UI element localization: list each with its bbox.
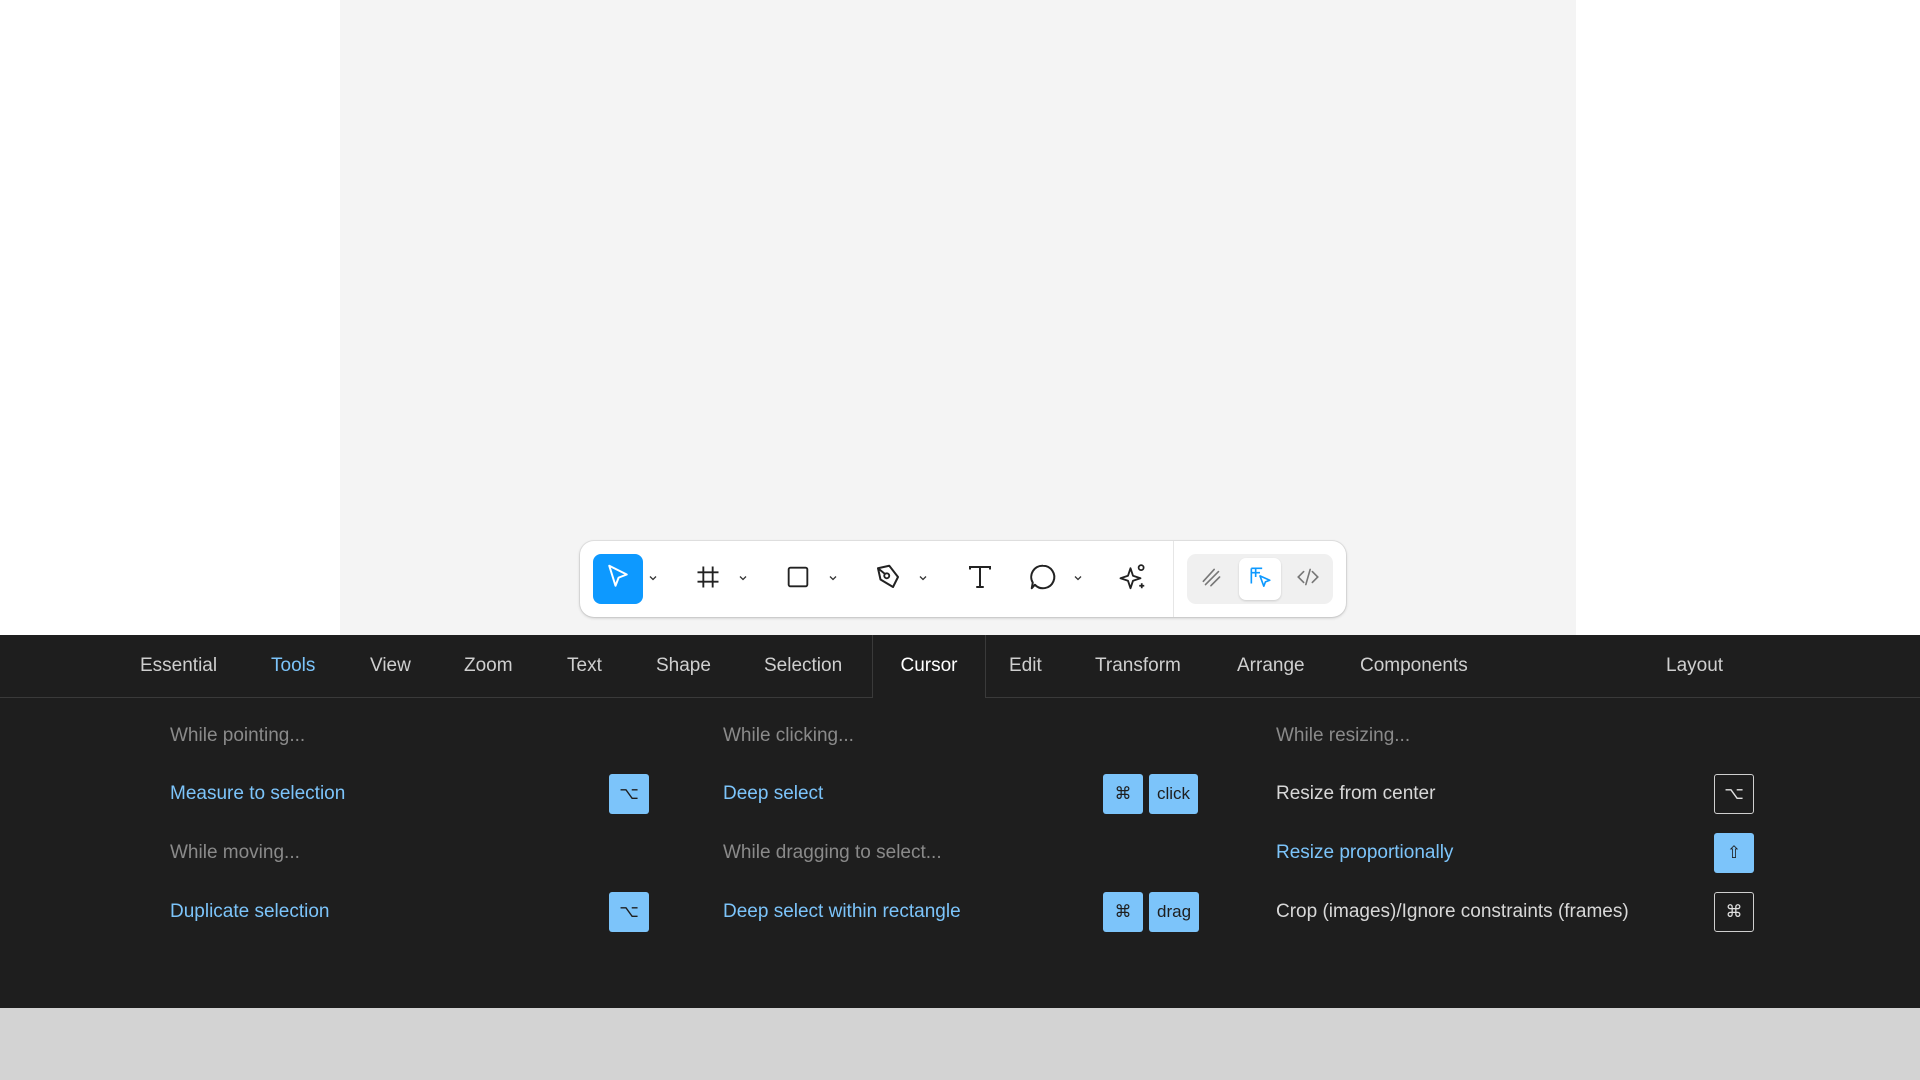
mode-switcher [1187, 554, 1333, 604]
tab-view[interactable]: View [370, 635, 411, 697]
shortcut-keys: ⌘ click [1103, 774, 1199, 814]
shortcut-label: Deep select within rectangle [723, 901, 961, 922]
design-mode-button[interactable] [1239, 558, 1281, 600]
tab-components[interactable]: Components [1360, 635, 1468, 697]
tab-tools[interactable]: Tools [271, 635, 315, 697]
section-heading: While moving... [170, 842, 300, 863]
keyboard-shortcuts-panel: Essential Tools View Zoom Text Shape Sel… [0, 635, 1920, 1008]
key-option: ⌥ [1714, 774, 1754, 814]
hash-frame-icon [694, 563, 722, 596]
key-option: ⌥ [609, 892, 649, 932]
bottom-toolbar [580, 541, 1346, 617]
chevron-down-icon [648, 570, 658, 588]
section-heading: While resizing... [1276, 725, 1411, 746]
shortcut-keys: ⌥ [1714, 774, 1754, 814]
shortcut-label: Duplicate selection [170, 901, 330, 922]
rectangle-tool-chevron[interactable] [824, 554, 842, 604]
tab-arrange[interactable]: Arrange [1237, 635, 1305, 697]
tab-transform[interactable]: Transform [1095, 635, 1181, 697]
section-heading: While pointing... [170, 725, 306, 746]
section-heading: While clicking... [723, 725, 854, 746]
key-command: ⌘ [1103, 892, 1143, 932]
code-brackets-icon [1295, 564, 1321, 595]
pen-tool-button[interactable] [863, 554, 913, 604]
text-tool-button[interactable] [955, 554, 1005, 604]
square-icon [784, 563, 812, 596]
shortcut-keys: ⌥ [609, 774, 649, 814]
move-tool-chevron[interactable] [644, 554, 662, 604]
shortcut-keys: ⌘ [1714, 892, 1754, 932]
speech-bubble-icon [1028, 562, 1058, 597]
move-tool-button[interactable] [593, 554, 643, 604]
chevron-down-icon [828, 570, 838, 588]
tab-layout[interactable]: Layout [1666, 635, 1723, 697]
bottom-backdrop [0, 1008, 1920, 1080]
pen-icon [873, 562, 903, 597]
design-cursor-icon [1247, 564, 1273, 595]
tab-essential[interactable]: Essential [140, 635, 217, 697]
chevron-down-icon [918, 570, 928, 588]
frame-tool-button[interactable] [683, 554, 733, 604]
frame-tool-chevron[interactable] [734, 554, 752, 604]
key-shift: ⇧ [1714, 833, 1754, 873]
draw-mode-button[interactable] [1191, 558, 1233, 600]
key-click: click [1149, 774, 1199, 814]
shortcut-label: Measure to selection [170, 783, 346, 804]
tab-edit[interactable]: Edit [1009, 635, 1042, 697]
key-command: ⌘ [1103, 774, 1143, 814]
section-heading: While dragging to select... [723, 842, 942, 863]
canvas-frame[interactable] [340, 0, 1576, 635]
tab-text[interactable]: Text [567, 635, 602, 697]
comment-tool-chevron[interactable] [1069, 554, 1087, 604]
shortcut-label: Crop (images)/Ignore constraints (frames… [1276, 901, 1629, 922]
pen-tool-chevron[interactable] [914, 554, 932, 604]
scribble-icon [1199, 564, 1225, 595]
shortcut-label: Deep select [723, 783, 824, 804]
shortcut-keys: ⇧ [1714, 833, 1754, 873]
tab-shape[interactable]: Shape [656, 635, 711, 697]
rectangle-tool-button[interactable] [773, 554, 823, 604]
shortcut-keys: ⌥ [609, 892, 649, 932]
dev-mode-button[interactable] [1287, 558, 1329, 600]
shortcut-label: Resize from center [1276, 783, 1436, 804]
shortcut-label: Resize proportionally [1276, 842, 1454, 863]
shortcut-keys: ⌘ drag [1103, 892, 1200, 932]
text-t-icon [965, 562, 995, 597]
tab-selection[interactable]: Selection [764, 635, 842, 697]
canvas[interactable] [0, 0, 1920, 635]
chevron-down-icon [1073, 570, 1083, 588]
pointer-icon [603, 562, 633, 597]
tab-cursor[interactable]: Cursor [872, 635, 986, 698]
key-command: ⌘ [1714, 892, 1754, 932]
tab-zoom[interactable]: Zoom [464, 635, 513, 697]
key-option: ⌥ [609, 774, 649, 814]
shortcut-category-tabs: Essential Tools View Zoom Text Shape Sel… [0, 635, 1920, 698]
chevron-down-icon [738, 570, 748, 588]
key-drag: drag [1149, 892, 1200, 932]
actions-tool-button[interactable] [1108, 554, 1158, 604]
comment-tool-button[interactable] [1018, 554, 1068, 604]
sparkle-icon [1118, 562, 1148, 597]
toolbar-divider [1173, 541, 1174, 617]
